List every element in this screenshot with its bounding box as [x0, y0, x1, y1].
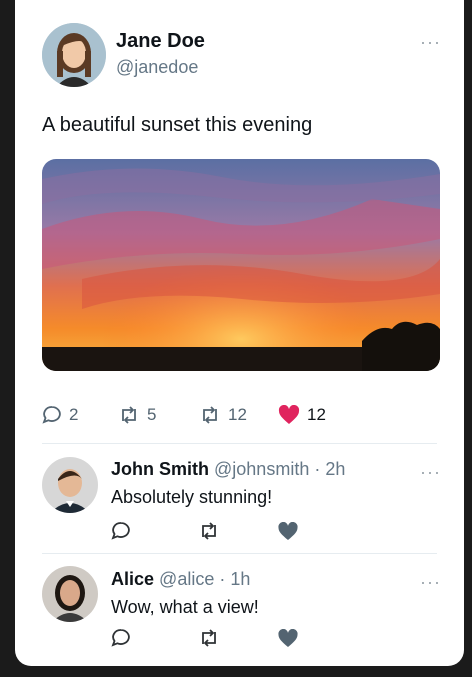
reply-icon	[42, 406, 61, 424]
like-count-label: 12	[307, 405, 326, 424]
divider	[42, 443, 437, 444]
more-options-icon[interactable]: ···	[420, 463, 441, 481]
reply-count[interactable]: 2	[42, 405, 78, 425]
comment-text: Absolutely stunning!	[111, 487, 273, 507]
repost-icon	[122, 406, 136, 424]
avatar-portrait-icon	[42, 566, 98, 622]
quote-count-label: 12	[228, 405, 247, 424]
sunset-image	[42, 159, 440, 371]
comment-time: · 1h	[219, 569, 251, 589]
heart-icon[interactable]	[277, 522, 299, 541]
commenter-avatar[interactable]	[42, 566, 98, 622]
comment-text: Wow, what a view!	[111, 597, 259, 617]
divider	[42, 553, 437, 554]
reply-icon[interactable]	[111, 628, 131, 648]
heart-filled-icon	[278, 405, 300, 424]
heart-icon[interactable]	[277, 629, 299, 648]
repost-icon[interactable]	[198, 628, 220, 648]
reply-count-label: 2	[69, 405, 79, 424]
avatar-portrait-icon	[42, 23, 106, 87]
post-image[interactable]	[42, 159, 440, 371]
comment-author: Alice @alice · 1h	[111, 569, 250, 590]
avatar-portrait-icon	[42, 457, 98, 513]
comment-author: John Smith @johnsmith · 2h	[111, 459, 345, 480]
author-handle[interactable]: @janedoe	[116, 57, 198, 78]
like-count[interactable]: 12	[278, 405, 326, 425]
post-text: A beautiful sunset this evening	[42, 114, 313, 136]
quote-count[interactable]: 12	[199, 405, 247, 425]
author-name[interactable]: Jane Doe	[116, 30, 205, 53]
comment-time: · 2h	[314, 459, 346, 479]
post-card: Jane Doe @janedoe ··· A beautiful sunset…	[15, 0, 464, 666]
comment-author-name[interactable]: John Smith	[111, 459, 209, 479]
repost-count[interactable]: 5	[118, 405, 156, 425]
author-avatar[interactable]	[42, 23, 106, 87]
comment-author-handle[interactable]: @alice	[159, 569, 214, 589]
more-options-icon[interactable]: ···	[420, 33, 441, 51]
commenter-avatar[interactable]	[42, 457, 98, 513]
repost-count-label: 5	[147, 405, 157, 424]
repost-icon	[203, 406, 217, 424]
reply-icon[interactable]	[111, 521, 131, 541]
comment-author-name[interactable]: Alice	[111, 569, 154, 589]
more-options-icon[interactable]: ···	[420, 573, 441, 591]
repost-icon[interactable]	[198, 521, 220, 541]
comment-author-handle[interactable]: @johnsmith	[214, 459, 309, 479]
